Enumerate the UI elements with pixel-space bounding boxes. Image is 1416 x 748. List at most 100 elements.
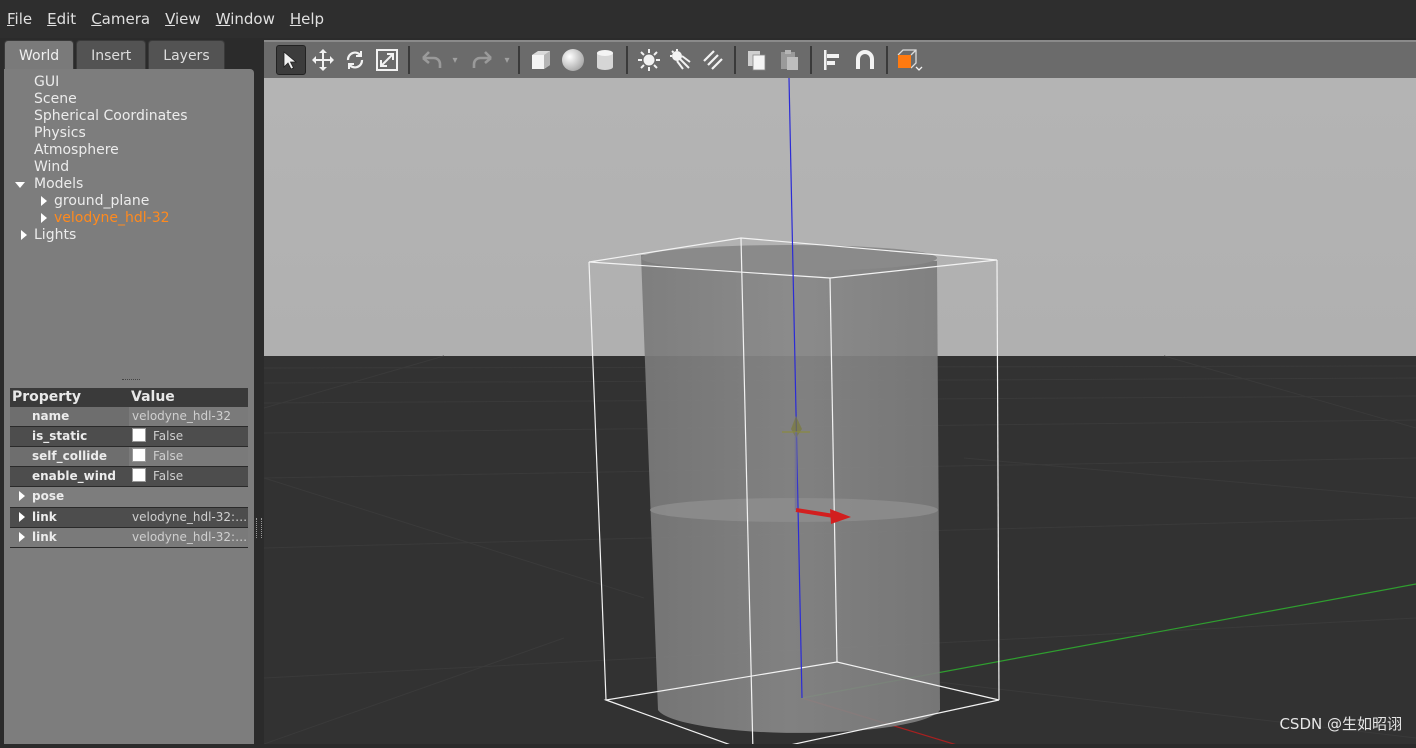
property-row-pose[interactable]: pose — [10, 487, 248, 508]
undo-menu-chevron-icon[interactable]: ▾ — [448, 55, 462, 66]
expand-arrow-icon[interactable] — [19, 512, 25, 522]
expand-arrow-icon[interactable] — [19, 532, 25, 542]
left-panel: World Insert Layers GUI Scene Spherical … — [4, 40, 254, 744]
expand-arrow-icon[interactable] — [41, 196, 47, 206]
toolbar-separator — [518, 46, 520, 74]
toolbar-separator — [886, 46, 888, 74]
spot-light-icon[interactable] — [666, 45, 696, 75]
menu-window[interactable]: Window — [209, 10, 283, 28]
redo-menu-chevron-icon[interactable]: ▾ — [500, 55, 514, 66]
tree-item-spherical-coordinates[interactable]: Spherical Coordinates — [4, 108, 254, 125]
tree-item-gui[interactable]: GUI — [4, 74, 254, 91]
expand-arrow-icon[interactable] — [19, 491, 25, 501]
property-link-value: velodyne_hdl-32:… — [129, 528, 248, 547]
self-collide-value: False — [153, 449, 184, 463]
property-label: link — [10, 528, 129, 547]
render-viewport[interactable]: ▾ ▾ — [263, 40, 1416, 748]
menu-view[interactable]: View — [158, 10, 209, 28]
scale-icon[interactable] — [372, 45, 402, 75]
property-row-link[interactable]: link velodyne_hdl-32:… — [10, 508, 248, 528]
undo-icon[interactable] — [416, 45, 446, 75]
property-table: Property Value name velodyne_hdl-32 is_s… — [10, 388, 248, 548]
property-label: name — [10, 407, 129, 426]
header-value: Value — [131, 389, 175, 405]
property-name-value[interactable]: velodyne_hdl-32 — [129, 407, 248, 426]
property-label: is_static — [10, 427, 129, 446]
tree-item-physics[interactable]: Physics — [4, 125, 254, 142]
tab-layers[interactable]: Layers — [148, 40, 225, 69]
snap-magnet-icon[interactable] — [850, 45, 880, 75]
copy-icon[interactable] — [742, 45, 772, 75]
expand-arrow-icon[interactable] — [21, 230, 27, 240]
paste-icon[interactable] — [774, 45, 804, 75]
tree-item-scene[interactable]: Scene — [4, 91, 254, 108]
select-arrow-icon[interactable] — [276, 45, 306, 75]
menu-bar: File Edit Camera View Window Help — [0, 0, 1416, 38]
property-value — [129, 487, 248, 507]
vertical-splitter-handle[interactable] — [256, 518, 262, 538]
menu-edit-label: dit — [56, 10, 77, 28]
menu-file-label: ile — [14, 10, 33, 28]
3d-scene[interactable] — [263, 77, 1416, 748]
property-link-value: velodyne_hdl-32:… — [129, 508, 248, 527]
expand-arrow-icon[interactable] — [41, 213, 47, 223]
is-static-value: False — [153, 429, 184, 443]
rotate-icon[interactable] — [340, 45, 370, 75]
tree-item-wind[interactable]: Wind — [4, 159, 254, 176]
tree-item-ground-plane[interactable]: ground_plane — [4, 193, 254, 210]
tree-item-lights[interactable]: Lights — [4, 227, 254, 244]
tree-item-velodyne-label: velodyne_hdl-32 — [54, 210, 170, 226]
panel-splitter[interactable] — [122, 379, 140, 384]
property-row-self-collide: self_collide False — [10, 447, 248, 467]
menu-camera-mnemonic: C — [91, 10, 102, 28]
is-static-checkbox[interactable] — [132, 428, 146, 442]
directional-light-icon[interactable] — [698, 45, 728, 75]
collapse-arrow-icon[interactable] — [15, 182, 25, 188]
property-row-link[interactable]: link velodyne_hdl-32:… — [10, 528, 248, 548]
enable-wind-checkbox[interactable] — [132, 468, 146, 482]
sphere-shape-icon[interactable] — [558, 45, 588, 75]
property-value: False — [129, 447, 248, 466]
property-value: False — [129, 427, 248, 446]
tree-item-models-label: Models — [34, 176, 84, 192]
align-icon[interactable] — [818, 45, 848, 75]
menu-file[interactable]: File — [0, 10, 40, 28]
cylinder-body[interactable] — [641, 255, 940, 733]
toolbar: ▾ ▾ — [264, 40, 1416, 78]
self-collide-checkbox[interactable] — [132, 448, 146, 462]
tree-item-lights-label: Lights — [34, 227, 77, 243]
tree-item-velodyne[interactable]: velodyne_hdl-32 — [4, 210, 254, 227]
point-light-icon[interactable] — [634, 45, 664, 75]
box-shape-icon[interactable] — [526, 45, 556, 75]
cylinder-shape-icon[interactable] — [590, 45, 620, 75]
tree-item-atmosphere[interactable]: Atmosphere — [4, 142, 254, 159]
watermark: CSDN @生如昭诩 — [1279, 715, 1402, 733]
cylinder-top — [641, 245, 937, 271]
menu-help-mnemonic: H — [289, 10, 302, 28]
property-value: False — [129, 467, 248, 486]
menu-window-mnemonic: W — [215, 10, 231, 28]
tree-item-models[interactable]: Models — [4, 176, 254, 193]
3d-scene-canvas — [263, 77, 1416, 748]
menu-view-label: iew — [175, 10, 201, 28]
menu-camera[interactable]: Camera — [84, 10, 158, 28]
redo-icon[interactable] — [468, 45, 498, 75]
tab-insert[interactable]: Insert — [76, 40, 147, 69]
menu-camera-label: amera — [101, 10, 151, 28]
property-row-enable-wind: enable_wind False — [10, 467, 248, 487]
header-property: Property — [12, 389, 82, 405]
enable-wind-value: False — [153, 469, 184, 483]
menu-file-mnemonic: F — [7, 10, 15, 28]
property-table-header: Property Value — [10, 388, 248, 407]
world-panel: GUI Scene Spherical Coordinates Physics … — [4, 69, 254, 744]
menu-edit[interactable]: Edit — [40, 10, 84, 28]
toolbar-separator — [810, 46, 812, 74]
property-label: pose — [32, 489, 65, 503]
toolbar-separator — [408, 46, 410, 74]
cylinder-mid-disc — [650, 498, 938, 522]
tab-world[interactable]: World — [4, 40, 75, 69]
tree-item-ground-plane-label: ground_plane — [54, 193, 150, 209]
view-angle-icon[interactable] — [894, 45, 924, 75]
menu-help[interactable]: Help — [283, 10, 332, 28]
translate-icon[interactable] — [308, 45, 338, 75]
